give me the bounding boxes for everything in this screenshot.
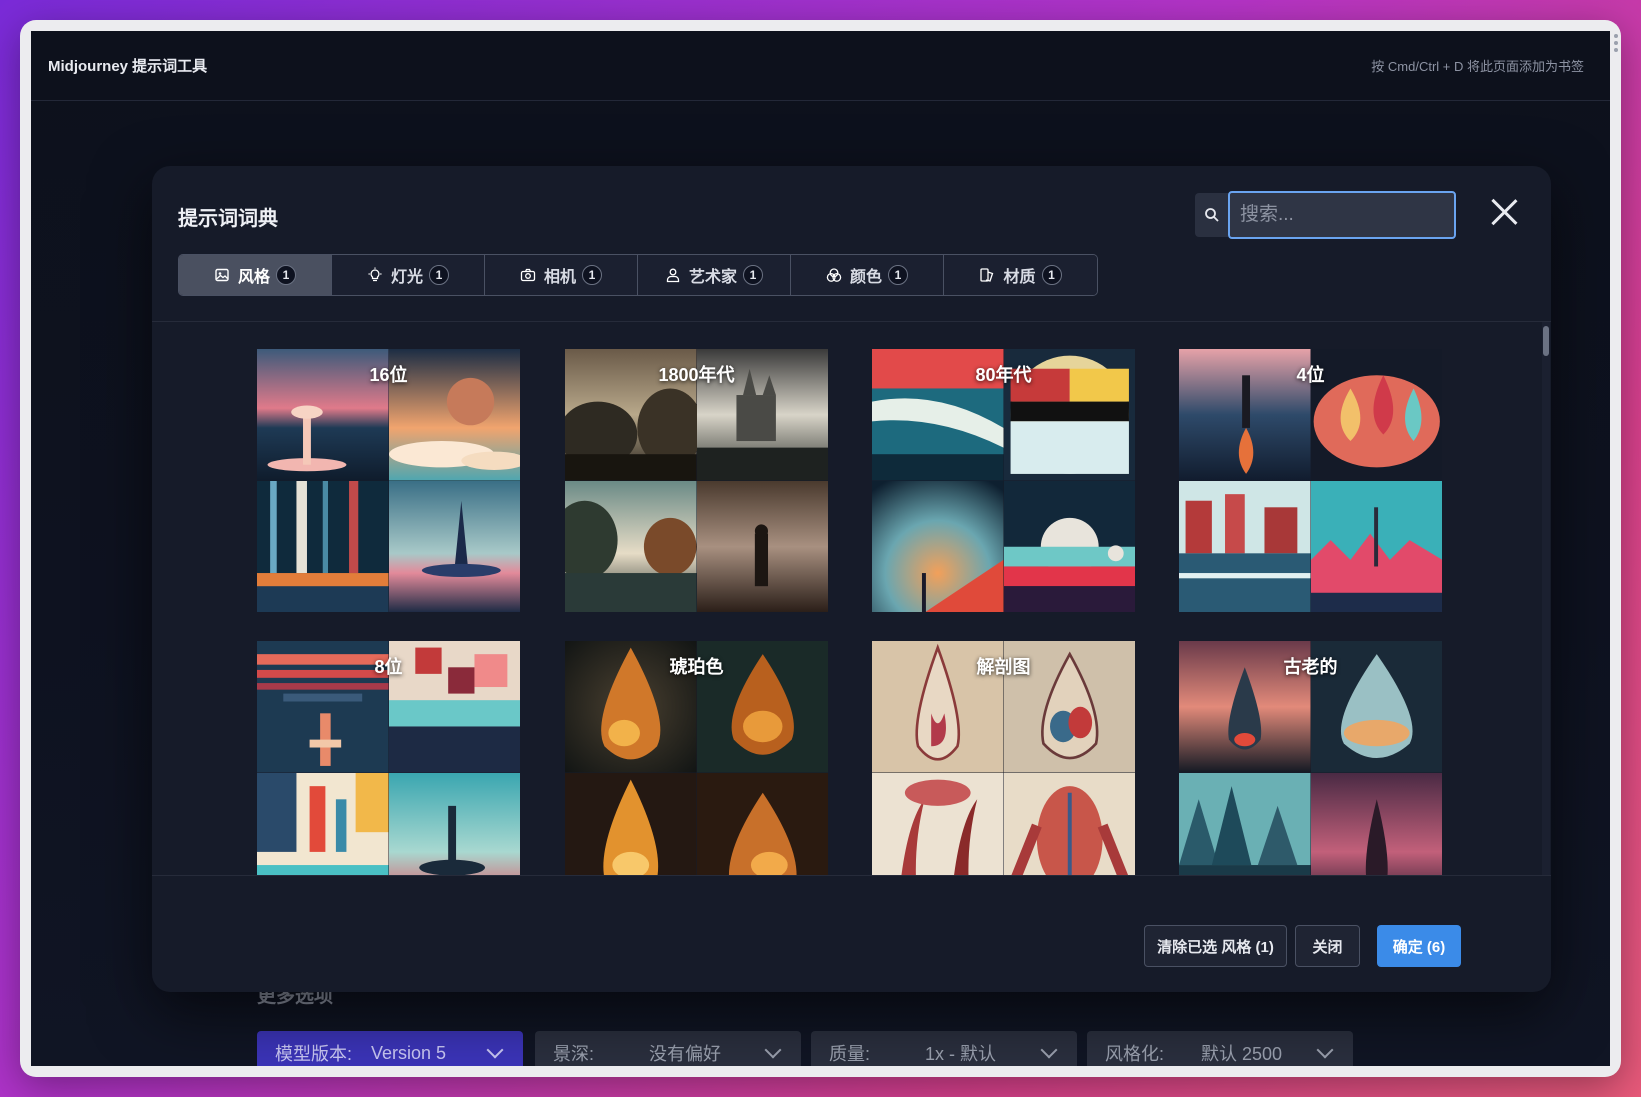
style-card-label: 8位 (374, 657, 403, 677)
brand-title: Midjourney 提示词工具 (48, 58, 208, 75)
style-card-80s[interactable]: 80年代 (872, 349, 1135, 612)
prompt-dictionary-modal: 提示词词典 风格 1 灯光 1 (152, 166, 1551, 992)
style-card-4bit[interactable]: 4位 (1179, 349, 1442, 612)
count-badge: 1 (888, 265, 908, 285)
style-card-16bit[interactable]: 16位 (257, 349, 520, 612)
artist-icon (666, 268, 680, 283)
close-icon[interactable] (1490, 198, 1518, 226)
category-tabs: 风格 1 灯光 1 相机 1 艺术家 1 颜色 1 材质 1 (178, 254, 1098, 296)
tab-style[interactable]: 风格 1 (179, 255, 332, 295)
bulb-icon (368, 267, 382, 282)
tab-label: 材质 (1003, 269, 1036, 286)
confirm-button[interactable]: 确定 (6) (1377, 925, 1461, 967)
tab-camera[interactable]: 相机 1 (485, 255, 638, 295)
count-badge: 1 (1041, 265, 1062, 285)
tab-label: 颜色 (849, 269, 882, 286)
tab-lighting[interactable]: 灯光 1 (332, 255, 485, 295)
color-icon (826, 268, 842, 282)
select-value: 1x - 默认 (925, 1044, 997, 1064)
chevron-down-icon (1040, 1041, 1058, 1059)
tab-label: 艺术家 (688, 269, 737, 286)
count-badge: 1 (743, 265, 763, 285)
image-icon (215, 268, 229, 282)
style-card-label: 80年代 (975, 365, 1032, 385)
style-card-label: 16位 (369, 365, 408, 385)
model-version-select[interactable]: 模型版本: Version 5 (257, 1031, 523, 1066)
select-label: 质量: (829, 1044, 871, 1064)
tab-color[interactable]: 颜色 1 (791, 255, 944, 295)
top-bar: Midjourney 提示词工具 按 Cmd/Ctrl + D 将此页面添加为书… (31, 31, 1610, 101)
bookmark-hint: 按 Cmd/Ctrl + D 将此页面添加为书签 (1371, 59, 1584, 74)
count-badge: 1 (429, 265, 449, 285)
style-card-8bit[interactable]: 8位 (257, 641, 520, 875)
count-badge: 1 (582, 265, 602, 285)
tab-material[interactable]: 材质 1 (944, 255, 1097, 295)
style-card-label: 1800年代 (658, 365, 735, 385)
style-card-label: 琥珀色 (669, 657, 724, 677)
close-button[interactable]: 关闭 (1295, 925, 1360, 967)
style-card-label: 古老的 (1283, 657, 1338, 677)
select-label: 模型版本: (275, 1044, 353, 1064)
material-icon (980, 268, 994, 282)
clear-selected-button[interactable]: 清除已选 风格 (1) (1144, 925, 1287, 967)
search-icon[interactable] (1195, 193, 1228, 237)
style-card-ancient[interactable]: 古老的 (1179, 641, 1442, 875)
app-page: Midjourney 提示词工具 按 Cmd/Ctrl + D 将此页面添加为书… (31, 31, 1610, 1066)
window-scroll-grip (1614, 34, 1618, 55)
search-bar (1195, 191, 1456, 239)
select-value: 默认 2500 (1201, 1044, 1283, 1064)
tab-label: 相机 (543, 269, 576, 286)
style-card-anatomy[interactable]: 解剖图 (872, 641, 1135, 875)
footer-divider (152, 875, 1551, 876)
count-badge: 1 (276, 265, 296, 285)
quality-select[interactable]: 质量: 1x - 默认 (811, 1031, 1077, 1066)
browser-window: Midjourney 提示词工具 按 Cmd/Ctrl + D 将此页面添加为书… (20, 20, 1621, 1077)
tab-label: 灯光 (390, 269, 423, 286)
style-card-label: 4位 (1296, 365, 1325, 385)
search-input[interactable] (1228, 191, 1456, 239)
style-card-1800s[interactable]: 1800年代 (565, 349, 828, 612)
scrollbar-thumb[interactable] (1543, 326, 1549, 356)
select-value: Version 5 (371, 1042, 447, 1063)
chevron-down-icon (486, 1041, 504, 1059)
style-card-label: 解剖图 (976, 657, 1031, 677)
grid-scrollbar[interactable] (1542, 322, 1550, 875)
style-grid: 16位 1800年代 80年代 4位 8位 琥珀色 解剖图 古老的 (152, 322, 1544, 875)
stylize-select[interactable]: 风格化: 默认 2500 (1087, 1031, 1353, 1066)
tab-label: 风格 (237, 269, 270, 286)
chevron-down-icon (1316, 1041, 1334, 1059)
camera-icon (520, 268, 536, 282)
style-card-amber[interactable]: 琥珀色 (565, 641, 828, 875)
modal-title: 提示词词典 (178, 208, 278, 230)
select-label: 风格化: (1105, 1044, 1165, 1064)
select-value: 没有偏好 (649, 1044, 721, 1064)
select-label: 景深: (553, 1044, 595, 1064)
chevron-down-icon (764, 1041, 782, 1059)
tab-artist[interactable]: 艺术家 1 (638, 255, 791, 295)
depth-of-field-select[interactable]: 景深: 没有偏好 (535, 1031, 801, 1066)
